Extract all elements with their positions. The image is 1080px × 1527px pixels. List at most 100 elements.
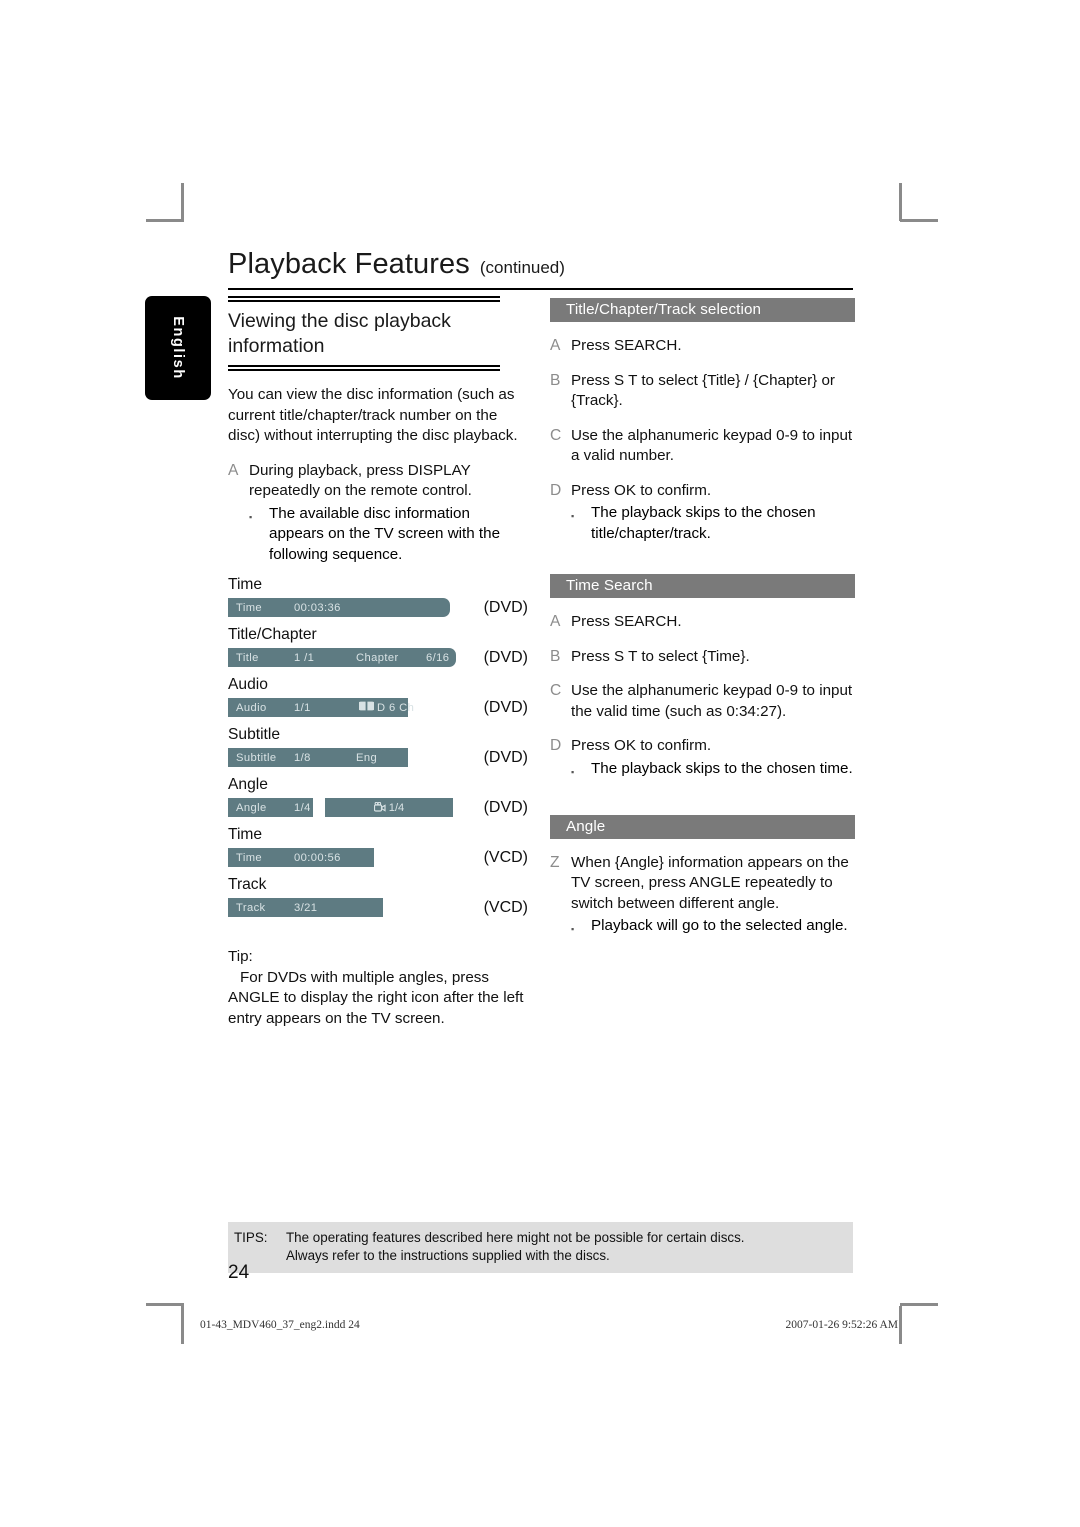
step-letter: C [550,682,562,699]
crop-mark-bottom-right-vertical [899,1306,902,1344]
bullet-icon: ▪ [249,511,253,522]
osd-field: 1 /1 [294,651,315,664]
osd-example-label: Audio [228,676,268,693]
tips-line-1: The operating features described here mi… [286,1230,745,1245]
step-text: Press SEARCH. [571,613,682,630]
language-tab-label: English [170,316,186,380]
step-bullet: ▪ The playback skips to the chosen time. [571,759,855,785]
osd-field: D 6 Ch [356,701,426,714]
step: B Press S T to select {Time}. [550,647,855,668]
osd-example-label: Track [228,876,267,893]
step: A Press SEARCH. [550,612,855,633]
language-tab-english: English [145,296,211,400]
osd-disc-type: (DVD) [483,598,528,616]
osd-disc-type: (DVD) [483,798,528,816]
osd-example-row: Audio 1/1 D 6 Ch (DVD) [228,698,528,717]
step-a: A During playback, press DISPLAY repeate… [228,461,528,502]
right-section: Time Search A Press SEARCH. B Press S T to s… [550,574,855,785]
osd-example-label: Title/Chapter [228,626,317,643]
osd-example-row: Time 00:00:56 (VCD) [228,848,528,867]
osd-bar: Title 1 /1 Chapter 6/16 [228,648,456,667]
intro-paragraph: You can view the disc information (such … [228,386,518,444]
tips-label: TIPS: [234,1230,268,1245]
osd-disc-type: (DVD) [483,648,528,666]
osd-example-label: Time [228,576,263,593]
tips-content: The operating features described here mi… [286,1229,745,1265]
osd-field: Track [236,901,266,914]
crop-mark-bottom-left-horizontal [146,1303,184,1306]
step: D Press OK to confirm. [550,481,855,502]
osd-field: 00:03:36 [294,601,341,614]
step: A Press SEARCH. [550,336,855,357]
crop-mark-top-right-vertical [899,183,902,221]
osd-example-label: Subtitle [228,726,281,743]
bullet-icon: ▪ [571,924,575,934]
step-letter: A [228,461,239,479]
print-footer-filename: 01-43_MDV460_37_eng2.indd 24 [200,1319,360,1331]
right-section: Angle Z When {Angle} information appears o… [550,814,855,943]
osd-field: Angle [236,801,267,814]
right-section: Title/Chapter/Track selection A Press SEAR… [550,298,855,544]
page-title: Playback Features [228,248,470,280]
left-column: Viewing the disc playback information Yo… [228,296,528,1029]
osd-field: 1/8 [294,751,311,764]
tips-line-2: Always refer to the instructions supplie… [286,1248,610,1263]
osd-example: Title/Chapter Title 1 /1 Chapter 6/16 (DVD) [228,625,528,667]
osd-disc-type: (DVD) [483,698,528,716]
bullet-text: The available disc information appears o… [269,504,501,563]
camcorder-icon [373,802,387,813]
print-footer-timestamp: 2007-01-26 9:52:26 AM [785,1319,898,1331]
step-text: Press OK to confirm. [571,737,712,754]
step: C Use the alphanumeric keypad 0-9 to inpu… [550,681,855,722]
osd-bar: Angle 1/4 [228,798,313,817]
page-header: Playback Features (continued) [228,248,853,290]
osd-bar: Track 3/21 [228,898,383,917]
osd-example-row: Subtitle 1/8 Eng (DVD) [228,748,528,767]
step-letter: Z [550,853,560,871]
osd-field: 3/21 [294,901,318,914]
bullet-text: The playback skips to the chosen title/c… [591,504,816,542]
osd-example-row: Track 3/21 (VCD) [228,898,528,917]
page-title-continued: (continued) [479,258,565,277]
osd-example: Subtitle Subtitle 1/8 Eng (DVD) [228,725,528,767]
page-number: 24 [228,1262,250,1283]
tips-box: TIPS: The operating features described h… [228,1222,853,1273]
osd-example: Angle Angle 1/4 1/4 (DVD) [228,775,528,817]
section-header-bar: Time Search [550,574,855,598]
osd-bar: Time 00:00:56 [228,848,374,867]
step-text: Press S T to select {Title} / {Chapter} … [571,371,835,410]
step-letter: C [550,426,562,444]
step-text: Use the alphanumeric keypad 0-9 to input… [571,426,853,465]
osd-disc-type: (DVD) [483,748,528,766]
osd-bar: Subtitle 1/8 Eng [228,748,408,767]
step-bullet: ▪ Playback will go to the selected angle. [571,916,855,942]
step-letter: A [550,337,561,354]
osd-example: Track Track 3/21 (VCD) [228,875,528,917]
osd-field: Audio [236,701,267,714]
crop-mark-top-left-horizontal [146,219,184,222]
step: D Press OK to confirm. [550,736,855,757]
crop-mark-bottom-right-horizontal [900,1303,938,1306]
bullet-icon: ▪ [571,511,575,521]
bullet-icon: ▪ [571,766,575,777]
step-text: Press OK to confirm. [571,481,712,499]
dolby-digital-logo [359,701,374,711]
osd-angle-icon-bar: 1/4 [325,798,453,817]
step-text: Use the alphanumeric keypad 0-9 to input… [571,682,853,720]
step-letter: D [550,737,562,754]
step-letter: A [550,613,561,630]
step-a-bullet: ▪ The available disc information appears… [249,504,528,566]
osd-field: 00:00:56 [294,851,341,864]
osd-field: Title [236,651,259,664]
crop-mark-top-right-horizontal [900,219,938,222]
osd-field: 1/1 [294,701,311,714]
step: C Use the alphanumeric keypad 0-9 to inpu… [550,426,855,467]
osd-disc-type: (VCD) [483,848,528,866]
osd-field: Time [236,851,263,864]
bullet-text: The playback skips to the chosen time. [591,759,853,777]
step-text: Press S T to select {Time}. [571,647,750,665]
osd-field: 1/4 [388,801,405,814]
osd-example-row: Time 00:03:36 (DVD) [228,598,528,617]
tip-label: Tip: [228,948,253,965]
osd-example-label: Angle [228,776,268,793]
